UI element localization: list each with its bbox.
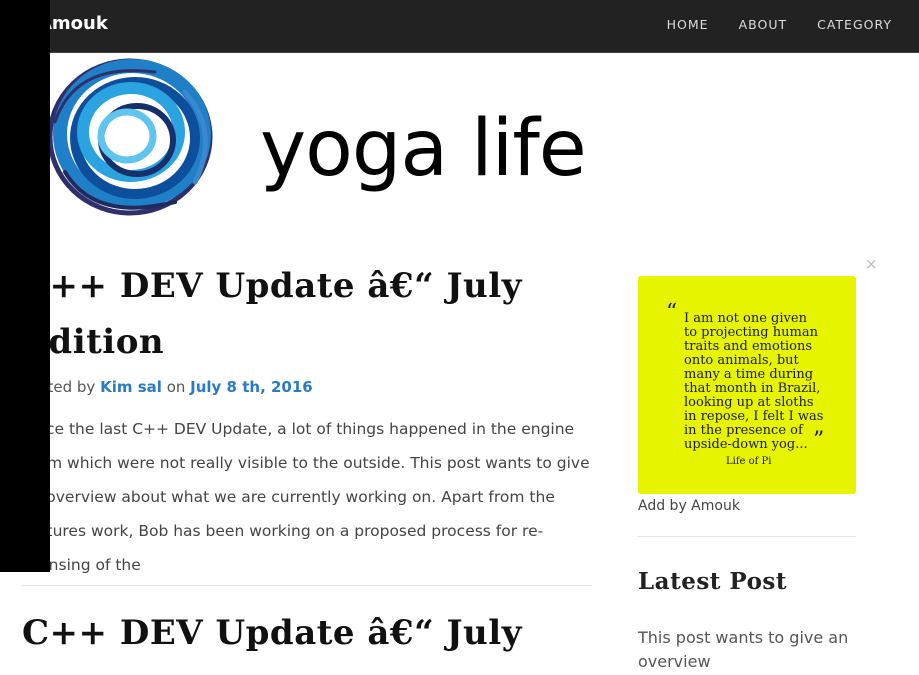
close-icon[interactable]: ×	[865, 255, 878, 273]
post-divider	[22, 585, 592, 586]
post-excerpt: Since the last C++ DEV Update, a lot of …	[22, 420, 590, 574]
sidebar-divider	[638, 536, 856, 537]
date-link[interactable]: July 8 th, 2016	[190, 378, 313, 396]
on-label: on	[166, 378, 186, 396]
ad-caption: Add by Amouk	[638, 498, 740, 514]
quote-close-icon: ”	[813, 428, 825, 453]
quote-open-icon: “	[666, 300, 678, 325]
post-title[interactable]: C++ DEV Update â€“ July Edition	[22, 258, 592, 370]
nav-category-link[interactable]: CATEGORY	[817, 17, 892, 32]
ad-banner[interactable]: “ I am not one given to projecting human…	[638, 276, 856, 494]
latest-post-heading: Latest Post	[638, 568, 788, 595]
nav-links: HOME ABOUT CATEGORY	[667, 17, 892, 32]
black-overlay-bar	[0, 0, 50, 572]
quote-text: I am not one given to projecting human t…	[684, 311, 824, 452]
logo-text: yoga life	[260, 104, 587, 194]
author-link[interactable]: Kim sal	[100, 378, 162, 396]
post-meta: Posted by Kim sal on July 8 th, 2016	[22, 378, 592, 396]
post-article: C++ DEV Update â€“ July Edition Posted b…	[22, 258, 592, 582]
latest-post-link[interactable]: This post wants to give an overview	[638, 626, 856, 674]
nav-home-link[interactable]: HOME	[667, 17, 709, 32]
logo-swirl-icon	[47, 58, 213, 216]
site-logo[interactable]: yoga life	[35, 52, 595, 227]
navbar: Amouk HOME ABOUT CATEGORY	[0, 0, 919, 53]
nav-about-link[interactable]: ABOUT	[739, 17, 788, 32]
quote-author: Life of Pi	[726, 456, 772, 467]
second-post-title[interactable]: C++ DEV Update â€“ July	[22, 605, 592, 661]
